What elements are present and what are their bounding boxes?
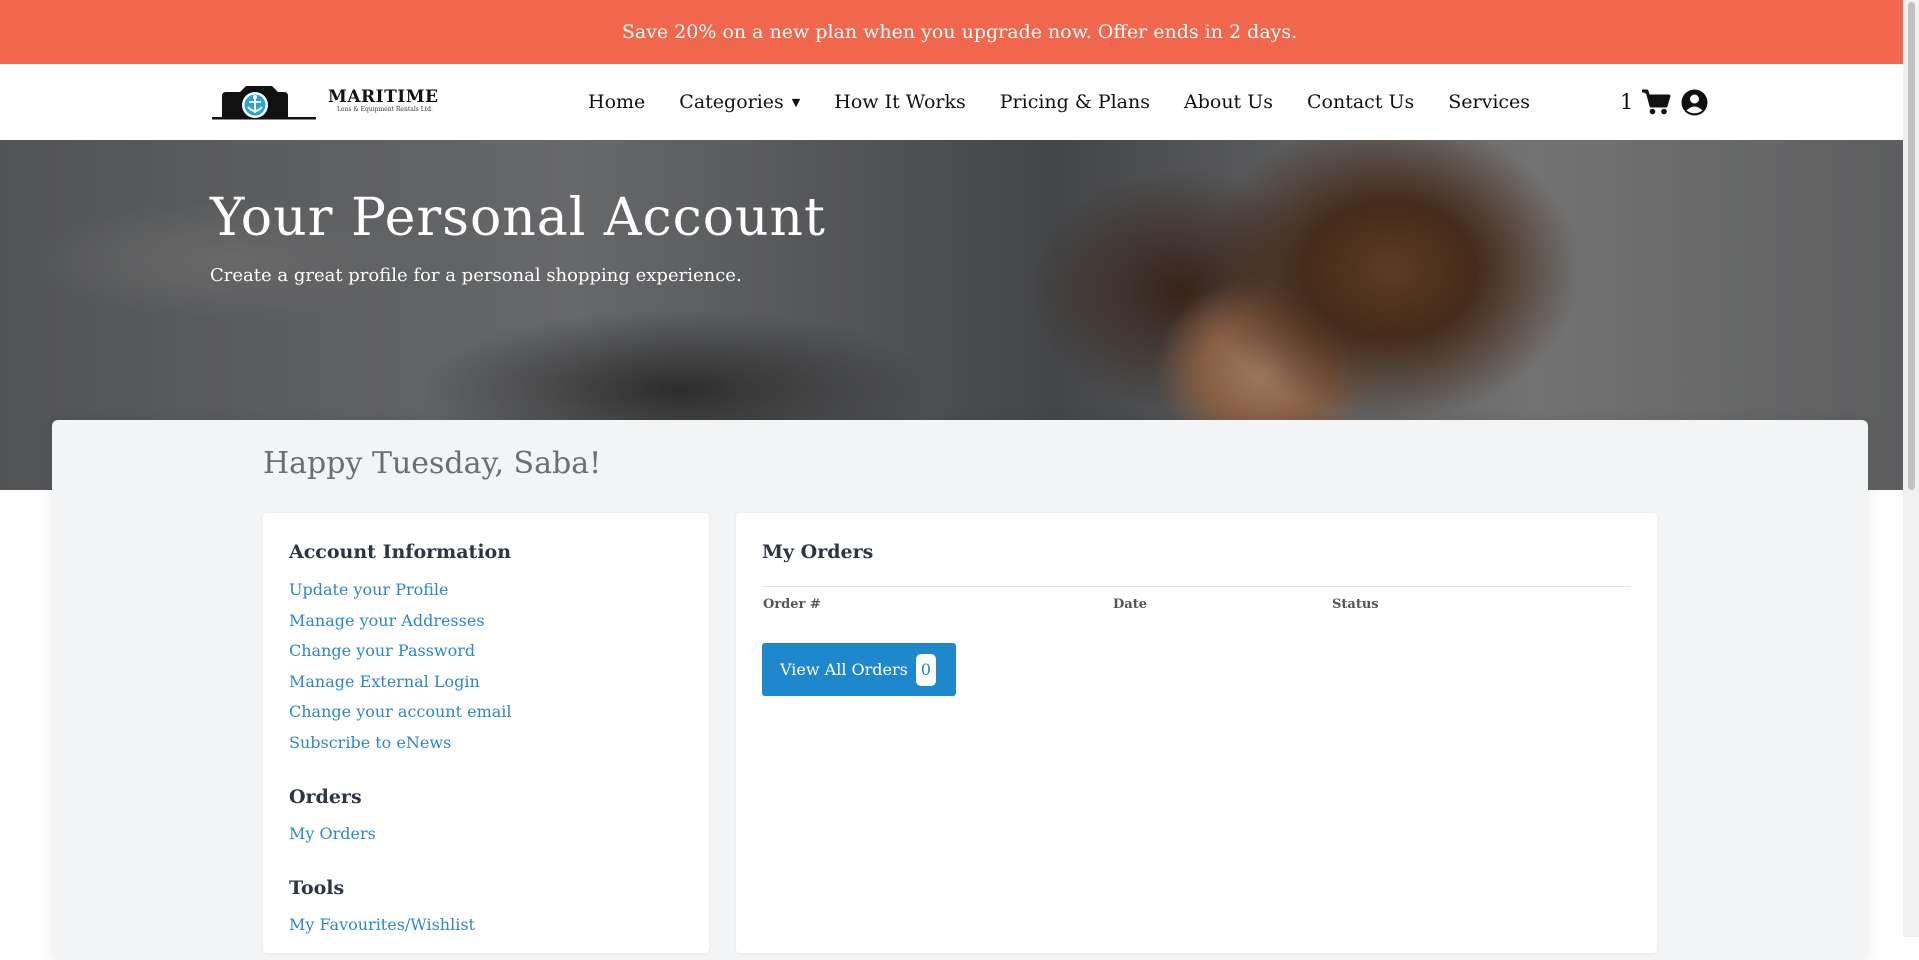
account-card: Account Information Update your Profile … bbox=[263, 513, 709, 953]
scrollbar-thumb[interactable] bbox=[1908, 2, 1915, 490]
view-all-orders-button[interactable]: View All Orders 0 bbox=[762, 643, 956, 696]
nav-contact-us[interactable]: Contact Us bbox=[1307, 91, 1414, 113]
my-orders-link[interactable]: My Orders bbox=[289, 824, 376, 843]
brand-logo[interactable]: MARITIME Lens & Equipment Rentals Ltd. bbox=[210, 80, 438, 122]
my-orders-heading: My Orders bbox=[762, 541, 874, 563]
nav-categories[interactable]: Categories ▼ bbox=[679, 91, 800, 113]
change-password-link[interactable]: Change your Password bbox=[289, 641, 475, 660]
nav-home[interactable]: Home bbox=[588, 91, 645, 113]
promo-banner: Save 20% on a new plan when you upgrade … bbox=[0, 0, 1919, 64]
view-all-orders-label: View All Orders bbox=[780, 660, 908, 679]
update-profile-link[interactable]: Update your Profile bbox=[289, 580, 449, 599]
hero-subtitle: Create a great profile for a personal sh… bbox=[210, 265, 742, 286]
site-header: MARITIME Lens & Equipment Rentals Ltd. H… bbox=[0, 64, 1919, 141]
promo-text: Save 20% on a new plan when you upgrade … bbox=[621, 21, 1298, 43]
tools-heading: Tools bbox=[289, 877, 345, 899]
greeting-heading: Happy Tuesday, Saba! bbox=[263, 446, 602, 481]
nav-how-it-works[interactable]: How It Works bbox=[834, 91, 966, 113]
caret-down-icon: ▼ bbox=[791, 95, 801, 109]
nav-about-us[interactable]: About Us bbox=[1184, 91, 1273, 113]
camera-logo-icon bbox=[212, 86, 316, 120]
subscribe-enews-link[interactable]: Subscribe to eNews bbox=[289, 733, 451, 752]
orders-count-badge: 0 bbox=[915, 653, 936, 686]
manage-external-login-link[interactable]: Manage External Login bbox=[289, 672, 480, 691]
brand-tagline: Lens & Equipment Rentals Ltd. bbox=[337, 106, 433, 113]
hero-title: Your Personal Account bbox=[210, 188, 826, 248]
my-orders-card: My Orders Order # Date Status View All O… bbox=[736, 513, 1657, 953]
column-header-date: Date bbox=[1113, 597, 1147, 612]
main-nav: Home Categories ▼ How It Works Pricing &… bbox=[588, 64, 1530, 140]
favourites-wishlist-link[interactable]: My Favourites/Wishlist bbox=[289, 915, 475, 934]
account-information-heading: Account Information bbox=[289, 541, 512, 563]
column-header-status: Status bbox=[1332, 597, 1379, 612]
brand-name: MARITIME bbox=[328, 87, 439, 107]
cart-area: 1 bbox=[1620, 64, 1708, 140]
change-account-email-link[interactable]: Change your account email bbox=[289, 702, 512, 721]
orders-heading: Orders bbox=[289, 786, 362, 808]
nav-services[interactable]: Services bbox=[1448, 91, 1530, 113]
column-header-order-number: Order # bbox=[763, 597, 821, 612]
cart-count: 1 bbox=[1620, 90, 1634, 114]
manage-addresses-link[interactable]: Manage your Addresses bbox=[289, 611, 485, 630]
divider bbox=[762, 586, 1631, 587]
nav-pricing-plans[interactable]: Pricing & Plans bbox=[1000, 91, 1150, 113]
user-circle-icon[interactable] bbox=[1681, 89, 1708, 116]
cart-icon[interactable] bbox=[1641, 88, 1671, 116]
